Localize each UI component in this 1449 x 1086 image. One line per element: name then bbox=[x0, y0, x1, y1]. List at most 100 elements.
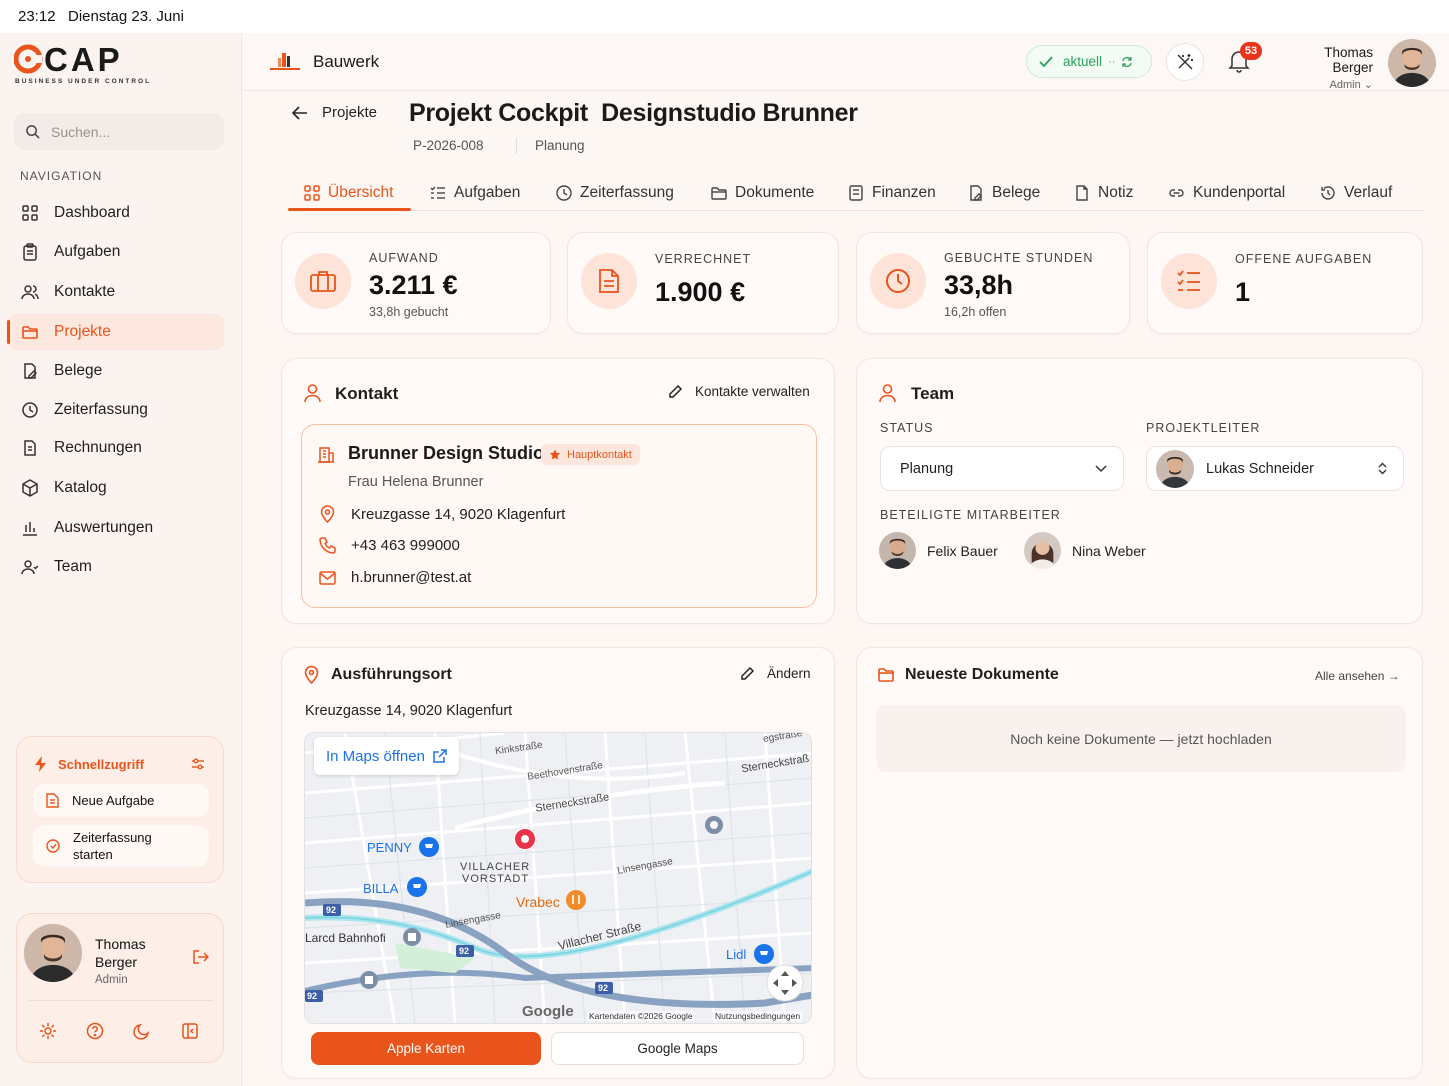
edit-location-label: Ändern bbox=[767, 666, 811, 681]
back-to-projects-link[interactable]: Projekte bbox=[292, 104, 377, 121]
notification-badge: 53 bbox=[1240, 42, 1262, 60]
sidebar-item-auswertungen[interactable]: Auswertungen bbox=[8, 510, 224, 546]
tab-finanzen[interactable]: Finanzen bbox=[848, 176, 936, 210]
main-contact-box[interactable]: Brunner Design Studio Hauptkontakt Frau … bbox=[301, 424, 817, 608]
tab-belege[interactable]: Belege bbox=[968, 176, 1040, 210]
member-nina[interactable]: Nina Weber bbox=[1024, 532, 1146, 569]
sidebar-item-label: Auswertungen bbox=[54, 519, 154, 536]
help-icon[interactable] bbox=[86, 1022, 104, 1040]
sidebar-item-aufgaben[interactable]: Aufgaben bbox=[8, 234, 224, 270]
logo-tagline: BUSINESS UNDER CONTROL bbox=[15, 78, 152, 85]
sliders-icon[interactable] bbox=[191, 757, 205, 771]
tab-kundenportal[interactable]: Kundenportal bbox=[1168, 176, 1285, 210]
receipt-edit-icon bbox=[970, 185, 982, 201]
tab-verlauf[interactable]: Verlauf bbox=[1320, 176, 1392, 210]
open-in-maps-button[interactable]: In Maps öffnen bbox=[314, 737, 459, 775]
avatar bbox=[1024, 532, 1061, 569]
logout-icon[interactable] bbox=[192, 949, 209, 965]
sidebar: CAP BUSINESS UNDER CONTROL Suchen... NAV… bbox=[0, 33, 242, 1086]
collapse-sidebar-icon[interactable] bbox=[181, 1022, 199, 1040]
moon-icon[interactable] bbox=[133, 1022, 151, 1040]
badge-label: Hauptkontakt bbox=[567, 448, 632, 461]
tab-label: Notiz bbox=[1098, 184, 1134, 201]
open-in-maps-label: In Maps öffnen bbox=[326, 747, 425, 765]
checklist-icon bbox=[430, 186, 445, 199]
see-all-documents-link[interactable]: Alle ansehen → bbox=[1315, 669, 1400, 683]
header-avatar[interactable] bbox=[1388, 39, 1436, 87]
user-card: Thomas Berger Admin bbox=[16, 913, 224, 1063]
sidebar-item-katalog[interactable]: Katalog bbox=[8, 470, 224, 506]
sidebar-item-zeiterfassung[interactable]: Zeiterfassung bbox=[8, 392, 224, 428]
clock-icon bbox=[870, 253, 926, 309]
kpi-value: 3.211 € bbox=[369, 270, 458, 300]
grid-icon bbox=[20, 203, 40, 223]
briefcase-icon bbox=[295, 253, 351, 309]
member-felix[interactable]: Felix Bauer bbox=[879, 532, 998, 569]
contact-email: h.brunner@test.at bbox=[351, 569, 472, 586]
chevron-down-icon bbox=[1095, 464, 1107, 472]
bar-chart-icon bbox=[20, 518, 40, 538]
tab-label: Dokumente bbox=[735, 184, 815, 201]
project-lead-select[interactable]: Lukas Schneider bbox=[1146, 446, 1404, 491]
kpi-sub: 16,2h offen bbox=[944, 305, 1007, 319]
tab-notiz[interactable]: Notiz bbox=[1074, 176, 1133, 210]
folder-icon bbox=[20, 322, 40, 342]
gear-icon[interactable] bbox=[39, 1022, 57, 1040]
sidebar-item-label: Katalog bbox=[54, 479, 107, 496]
sidebar-item-belege[interactable]: Belege bbox=[8, 353, 224, 389]
status-select[interactable]: Planung bbox=[880, 446, 1124, 491]
status-date: Dienstag 23. Juni bbox=[68, 8, 184, 25]
quick-new-task-button[interactable]: Neue Aufgabe bbox=[33, 784, 209, 817]
manage-contacts-link[interactable]: Kontakte verwalten bbox=[668, 384, 810, 399]
sidebar-item-team[interactable]: Team bbox=[8, 549, 224, 585]
folder-open-icon bbox=[711, 187, 727, 200]
sidebar-item-kontakte[interactable]: Kontakte bbox=[8, 274, 224, 310]
header-user[interactable]: Thomas Berger Admin ⌄ bbox=[1283, 45, 1373, 91]
quick-access-title: Schnellzugriff bbox=[58, 757, 144, 772]
sidebar-item-label: Belege bbox=[54, 362, 103, 379]
chevron-updown-icon bbox=[1378, 462, 1387, 475]
pencil-icon bbox=[741, 666, 755, 680]
google-maps-button[interactable]: Google Maps bbox=[551, 1032, 804, 1065]
status-time: 23:12 bbox=[18, 8, 56, 25]
avatar[interactable] bbox=[24, 924, 82, 982]
status-label: STATUS bbox=[880, 421, 934, 435]
manage-contacts-label: Kontakte verwalten bbox=[695, 384, 810, 399]
calculator-icon bbox=[849, 185, 863, 201]
sidebar-item-rechnungen[interactable]: Rechnungen bbox=[8, 430, 224, 466]
sidebar-item-label: Kontakte bbox=[54, 283, 116, 300]
notifications-button[interactable]: 53 bbox=[1228, 42, 1262, 75]
map-pin-icon bbox=[317, 505, 337, 523]
apple-maps-button[interactable]: Apple Karten bbox=[311, 1032, 541, 1065]
tab-aufgaben[interactable]: Aufgaben bbox=[430, 176, 520, 210]
note-icon bbox=[1076, 185, 1088, 201]
status-select-value: Planung bbox=[900, 460, 954, 477]
map-copyright: Kartendaten ©2026 Google bbox=[587, 1011, 695, 1021]
quick-start-timer-button[interactable]: Zeiterfassung starten bbox=[33, 825, 209, 867]
building-icon bbox=[318, 447, 334, 463]
sync-status-badge[interactable]: aktuell ·· bbox=[1026, 45, 1152, 78]
documents-empty-state[interactable]: Noch keine Dokumente — jetzt hochladen bbox=[876, 705, 1406, 772]
map-terms-link[interactable]: Nutzungsbedingungen bbox=[713, 1011, 803, 1021]
edit-location-link[interactable]: Ändern bbox=[740, 666, 811, 681]
tab-uebersicht[interactable]: Übersicht bbox=[304, 176, 393, 210]
contact-email-row[interactable]: h.brunner@test.at bbox=[317, 569, 471, 586]
sidebar-item-projekte[interactable]: Projekte bbox=[7, 314, 224, 350]
location-section-title: Ausführungsort bbox=[331, 666, 452, 683]
contact-address: Kreuzgasse 14, 9020 Klagenfurt bbox=[351, 505, 566, 523]
brand-logo[interactable]: CAP BUSINESS UNDER CONTROL bbox=[14, 41, 164, 87]
magic-wand-button[interactable] bbox=[1166, 43, 1204, 81]
search-input[interactable]: Suchen... bbox=[14, 113, 224, 150]
nav-heading: NAVIGATION bbox=[20, 169, 103, 183]
tab-zeiterfassung[interactable]: Zeiterfassung bbox=[556, 176, 674, 210]
map-view[interactable]: In Maps öffnen Kinkstraße Beethovenstraß… bbox=[304, 732, 812, 1024]
sidebar-item-label: Aufgaben bbox=[54, 243, 121, 260]
kpi-sub: 33,8h gebucht bbox=[369, 305, 449, 319]
contact-phone-row[interactable]: +43 463 999000 bbox=[317, 537, 460, 554]
members-label: BETEILIGTE MITARBEITER bbox=[880, 508, 1061, 522]
map-label-district: VORSTADT bbox=[462, 873, 530, 885]
quick-item-label-line2: starten bbox=[73, 847, 113, 862]
tab-dokumente[interactable]: Dokumente bbox=[711, 176, 814, 210]
sidebar-item-dashboard[interactable]: Dashboard bbox=[8, 195, 224, 231]
external-link-icon bbox=[433, 749, 447, 763]
